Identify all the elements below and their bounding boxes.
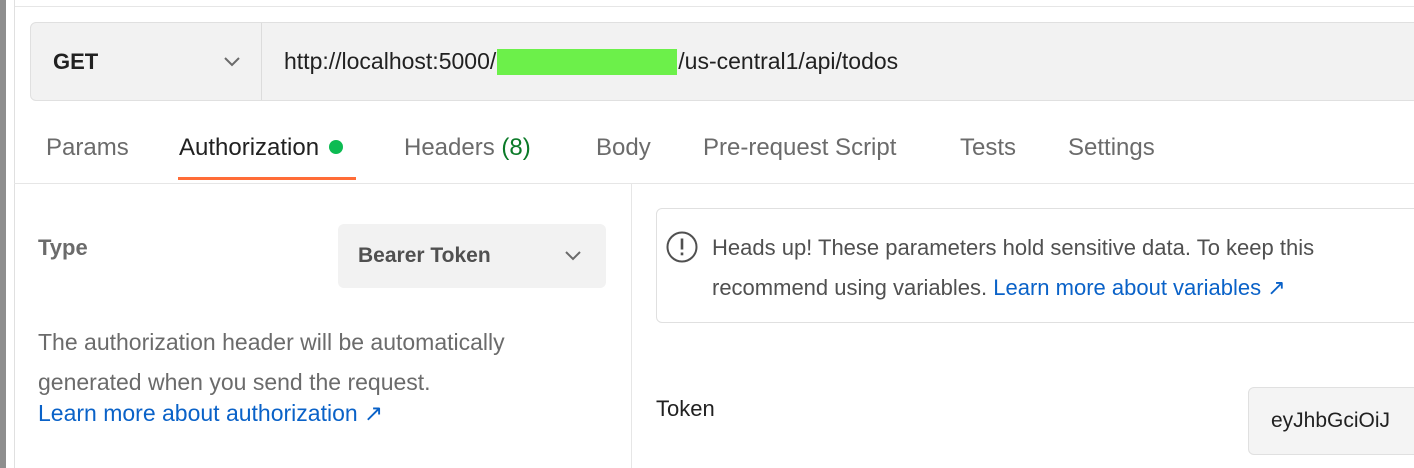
url-prefix: http://localhost:5000/ (284, 48, 497, 74)
tab-authorization[interactable]: Authorization (179, 134, 344, 162)
auth-type-value: Bearer Token (358, 244, 491, 267)
tab-label: Settings (1068, 134, 1155, 161)
tab-label: Pre-request Script (703, 134, 897, 161)
tab-settings[interactable]: Settings (1068, 134, 1155, 162)
tab-body[interactable]: Body (596, 134, 651, 162)
request-bar: GET http://localhost:5000/ /us-central1/… (30, 22, 1414, 101)
tab-label: Body (596, 134, 651, 161)
tab-label: Headers (404, 134, 495, 161)
info-alert-icon (665, 230, 699, 269)
learn-more-authorization-link[interactable]: Learn more about authorization ↗ (38, 400, 383, 427)
learn-more-variables-link[interactable]: Learn more about variables ↗ (993, 275, 1285, 300)
method-label: GET (53, 48, 99, 74)
notice-text: Heads up! These parameters hold sensitiv… (712, 228, 1414, 308)
tab-label: Tests (960, 134, 1017, 161)
active-dot-icon (329, 139, 344, 154)
top-divider (14, 0, 1414, 7)
left-pane-border (14, 0, 15, 468)
auth-type-select[interactable]: Bearer Token (338, 224, 606, 288)
tab-tests[interactable]: Tests (960, 134, 1016, 162)
tab-params[interactable]: Params (46, 134, 129, 162)
notice-line-2: recommend using variables. Learn more ab… (712, 268, 1414, 308)
url-input[interactable]: http://localhost:5000/ /us-central1/api/… (262, 23, 1414, 100)
method-select[interactable]: GET (31, 23, 262, 100)
chevron-down-icon (564, 244, 582, 268)
notice-line-1: Heads up! These parameters hold sensitiv… (712, 235, 1315, 260)
tab-headers[interactable]: Headers (8) (404, 134, 531, 162)
token-label: Token (656, 396, 715, 421)
chevron-down-icon (223, 56, 241, 68)
active-tab-underline (178, 177, 356, 180)
headers-count: (8) (501, 134, 531, 161)
auth-type-label: Type (38, 235, 88, 260)
pane-divider (631, 184, 632, 468)
window-edge (0, 0, 6, 468)
auth-description: The authorization header will be automat… (38, 329, 505, 395)
tab-pre-request-script[interactable]: Pre-request Script (703, 134, 896, 162)
tab-label: Authorization (179, 134, 320, 161)
request-tabs: Params Authorization Headers (8) Body Pr… (14, 116, 1414, 184)
token-input[interactable]: eyJhbGciOiJ (1248, 387, 1414, 455)
tab-label: Params (46, 134, 129, 161)
redacted-segment (497, 48, 678, 75)
notice-line-2-text: recommend using variables. (712, 275, 988, 300)
url-suffix: /us-central1/api/todos (678, 48, 899, 74)
token-value: eyJhbGciOiJ (1271, 409, 1391, 432)
